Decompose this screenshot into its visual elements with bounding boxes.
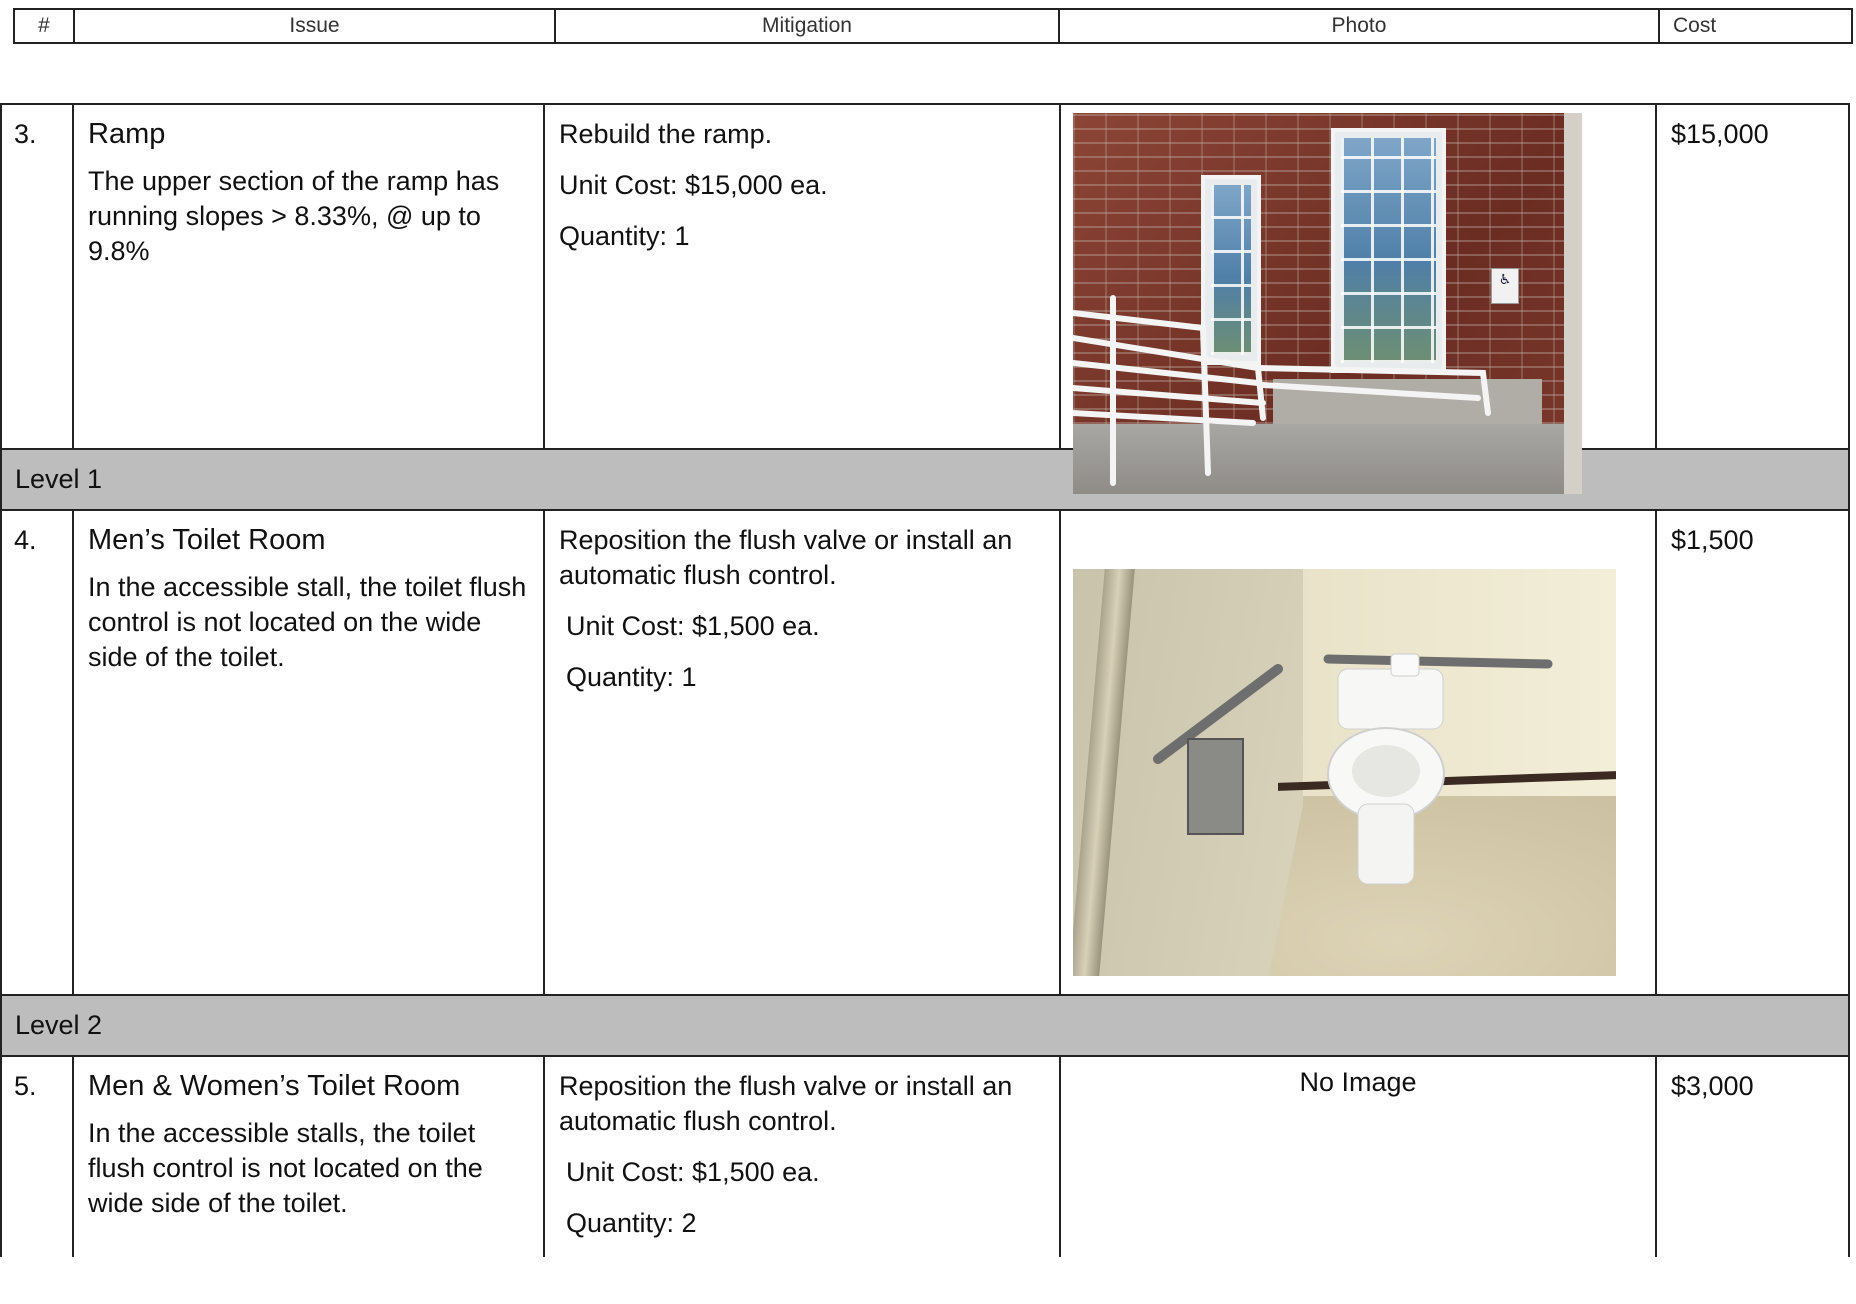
table-row: 5. Men & Women’s Toilet Room In the acce… xyxy=(2,1057,1848,1257)
ramp-photo: ♿ xyxy=(1073,113,1582,494)
issue-title: Men’s Toilet Room xyxy=(88,524,326,556)
unit-cost: Unit Cost: $15,000 ea. xyxy=(559,170,828,200)
mitigation-cell: Rebuild the ramp. Unit Cost: $15,000 ea.… xyxy=(545,105,1061,448)
unit-cost: Unit Cost: $1,500 ea. xyxy=(566,611,820,641)
header-cost: Cost xyxy=(1673,14,1717,37)
mitigation-cell: Reposition the flush valve or install an… xyxy=(545,1057,1061,1257)
issue-cell: Men’s Toilet Room In the accessible stal… xyxy=(74,511,545,994)
no-image-label: No Image xyxy=(1299,1067,1417,1097)
photo-cell: ♿ xyxy=(1061,105,1657,494)
toilet-stall-photo xyxy=(1073,569,1616,976)
issue-title: Men & Women’s Toilet Room xyxy=(88,1070,461,1102)
header-photo: Photo xyxy=(1060,10,1660,42)
toilet-graphic xyxy=(1153,653,1553,885)
issue-description: In the accessible stalls, the toilet flu… xyxy=(88,1118,483,1218)
issue-cell: Ramp The upper section of the ramp has r… xyxy=(74,105,545,448)
mitigation-cell: Reposition the flush valve or install an… xyxy=(545,511,1061,994)
unit-cost: Unit Cost: $1,500 ea. xyxy=(566,1157,820,1187)
header-number: # xyxy=(15,10,75,42)
cost-cell: $3,000 xyxy=(1671,1071,1754,1101)
header-issue: Issue xyxy=(75,10,556,42)
photo-cell xyxy=(1061,511,1657,994)
cost-cell: $15,000 xyxy=(1671,119,1769,149)
row-number: 5. xyxy=(2,1057,74,1257)
quantity: Quantity: 1 xyxy=(559,221,690,251)
row-number: 3. xyxy=(2,105,74,448)
photo-cell: No Image xyxy=(1061,1057,1657,1257)
issue-description: The upper section of the ramp has runnin… xyxy=(88,166,500,266)
mitigation-text: Reposition the flush valve or install an… xyxy=(559,1071,1013,1136)
quantity: Quantity: 2 xyxy=(566,1208,697,1238)
issue-cell: Men & Women’s Toilet Room In the accessi… xyxy=(74,1057,545,1257)
cost-cell: $1,500 xyxy=(1671,525,1754,555)
table-row: 4. Men’s Toilet Room In the accessible s… xyxy=(2,511,1848,996)
quantity: Quantity: 1 xyxy=(566,662,697,692)
header-mitigation: Mitigation xyxy=(556,10,1060,42)
row-number: 4. xyxy=(2,511,74,994)
mitigation-text: Reposition the flush valve or install an… xyxy=(559,525,1013,590)
mitigation-text: Rebuild the ramp. xyxy=(559,119,773,149)
issues-table: 3. Ramp The upper section of the ramp ha… xyxy=(0,103,1850,1257)
level-heading: Level 2 xyxy=(2,996,1848,1057)
table-header: # Issue Mitigation Photo Cost xyxy=(13,8,1853,44)
table-row: 3. Ramp The upper section of the ramp ha… xyxy=(2,105,1848,494)
handrail-graphic xyxy=(1073,295,1491,486)
issue-description: In the accessible stall, the toilet flus… xyxy=(88,572,527,672)
issue-title: Ramp xyxy=(88,118,166,150)
